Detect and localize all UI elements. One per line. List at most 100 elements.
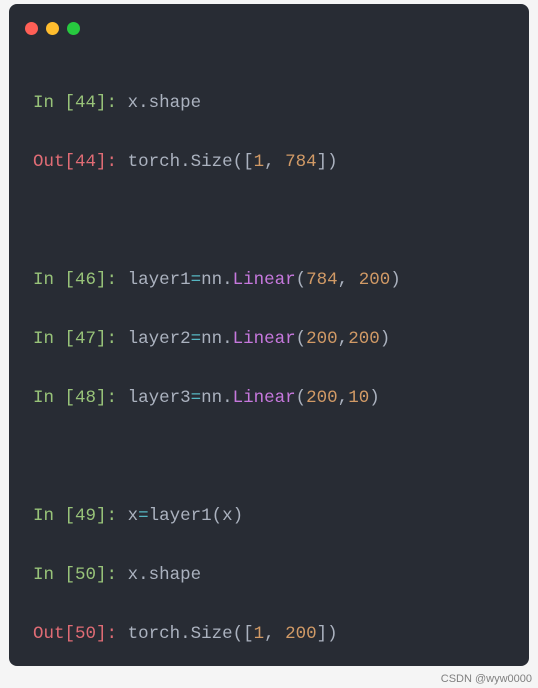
code-token: = xyxy=(138,506,149,526)
prompt-number: 46 xyxy=(75,270,96,290)
code-token: ) xyxy=(390,270,401,290)
code-token: ]) xyxy=(317,152,338,172)
code-line: In [47]: layer2=nn.Linear(200,200) xyxy=(33,325,505,355)
code-token: ([ xyxy=(233,152,254,172)
prompt-bracket: [ xyxy=(65,152,76,172)
prompt-number: 44 xyxy=(75,93,96,113)
close-icon[interactable] xyxy=(25,22,38,35)
prompt-bracket: ]: xyxy=(96,270,128,290)
code-line: Out[44]: torch.Size([1, 784]) xyxy=(33,148,505,178)
code-token: 200 xyxy=(359,270,391,290)
code-token: 784 xyxy=(306,270,338,290)
code-token: nn xyxy=(201,388,222,408)
prompt-number: 44 xyxy=(75,152,96,172)
prompt-bracket: [ xyxy=(65,93,76,113)
code-token: 10 xyxy=(348,388,369,408)
code-token: nn xyxy=(201,270,222,290)
code-token: layer3 xyxy=(128,388,191,408)
code-token: x xyxy=(128,565,139,585)
prompt-bracket: ]: xyxy=(96,624,128,644)
minimize-icon[interactable] xyxy=(46,22,59,35)
code-token: torch xyxy=(128,624,181,644)
code-area: In [44]: x.shape Out[44]: torch.Size([1,… xyxy=(9,59,529,666)
window-controls xyxy=(9,22,529,35)
code-token: , xyxy=(264,624,285,644)
code-token: . xyxy=(222,329,233,349)
code-token: layer1 xyxy=(128,270,191,290)
code-token: 784 xyxy=(285,152,317,172)
code-token: Linear xyxy=(233,270,296,290)
code-token: layer1 xyxy=(149,506,212,526)
prompt-bracket: [ xyxy=(65,270,76,290)
code-token: Linear xyxy=(233,329,296,349)
prompt-in: In xyxy=(33,329,65,349)
prompt-bracket: ]: xyxy=(96,152,128,172)
code-token: . xyxy=(180,624,191,644)
code-token: . xyxy=(222,270,233,290)
code-token: x xyxy=(128,93,139,113)
prompt-in: In xyxy=(33,93,65,113)
code-token: . xyxy=(180,152,191,172)
code-line: In [46]: layer1=nn.Linear(784, 200) xyxy=(33,266,505,296)
terminal-window: In [44]: x.shape Out[44]: torch.Size([1,… xyxy=(9,4,529,666)
code-token: Size xyxy=(191,624,233,644)
code-token: ) xyxy=(369,388,380,408)
code-token: Linear xyxy=(233,388,296,408)
code-token: = xyxy=(191,388,202,408)
code-token: x xyxy=(128,506,139,526)
blank-line xyxy=(33,207,505,237)
code-token: nn xyxy=(201,329,222,349)
prompt-number: 50 xyxy=(75,624,96,644)
prompt-in: In xyxy=(33,506,65,526)
prompt-bracket: [ xyxy=(65,565,76,585)
prompt-number: 47 xyxy=(75,329,96,349)
prompt-bracket: ]: xyxy=(96,565,128,585)
maximize-icon[interactable] xyxy=(67,22,80,35)
code-token: 1 xyxy=(254,152,265,172)
code-token: ) xyxy=(380,329,391,349)
code-line: In [44]: x.shape xyxy=(33,89,505,119)
code-token: layer2 xyxy=(128,329,191,349)
code-line: Out[50]: torch.Size([1, 200]) xyxy=(33,620,505,650)
prompt-bracket: ]: xyxy=(96,329,128,349)
code-token: 200 xyxy=(348,329,380,349)
code-token: 1 xyxy=(254,624,265,644)
code-token: ( xyxy=(296,329,307,349)
code-token: .shape xyxy=(138,93,201,113)
prompt-bracket: ]: xyxy=(96,388,128,408)
prompt-bracket: [ xyxy=(65,329,76,349)
code-token: ( xyxy=(296,270,307,290)
prompt-out: Out xyxy=(33,152,65,172)
code-token: ([ xyxy=(233,624,254,644)
code-token: 200 xyxy=(306,329,338,349)
code-token: . xyxy=(222,388,233,408)
code-line: In [49]: x=layer1(x) xyxy=(33,502,505,532)
code-token: ( xyxy=(296,388,307,408)
code-token: (x) xyxy=(212,506,244,526)
code-token: , xyxy=(264,152,285,172)
code-token: , xyxy=(338,329,349,349)
prompt-bracket: [ xyxy=(65,506,76,526)
prompt-out: Out xyxy=(33,624,65,644)
prompt-bracket: ]: xyxy=(96,93,128,113)
prompt-in: In xyxy=(33,270,65,290)
prompt-in: In xyxy=(33,388,65,408)
code-token: = xyxy=(191,329,202,349)
code-token: 200 xyxy=(285,624,317,644)
prompt-bracket: [ xyxy=(65,388,76,408)
watermark: CSDN @wyw0000 xyxy=(441,673,532,685)
code-line: In [50]: x.shape xyxy=(33,561,505,591)
code-token: ]) xyxy=(317,624,338,644)
code-token: , xyxy=(338,270,359,290)
code-token: = xyxy=(191,270,202,290)
prompt-bracket: [ xyxy=(65,624,76,644)
code-token: torch xyxy=(128,152,181,172)
code-token: .shape xyxy=(138,565,201,585)
code-token: Size xyxy=(191,152,233,172)
prompt-bracket: ]: xyxy=(96,506,128,526)
code-token: , xyxy=(338,388,349,408)
blank-line xyxy=(33,443,505,473)
prompt-number: 48 xyxy=(75,388,96,408)
prompt-in: In xyxy=(33,565,65,585)
prompt-number: 49 xyxy=(75,506,96,526)
